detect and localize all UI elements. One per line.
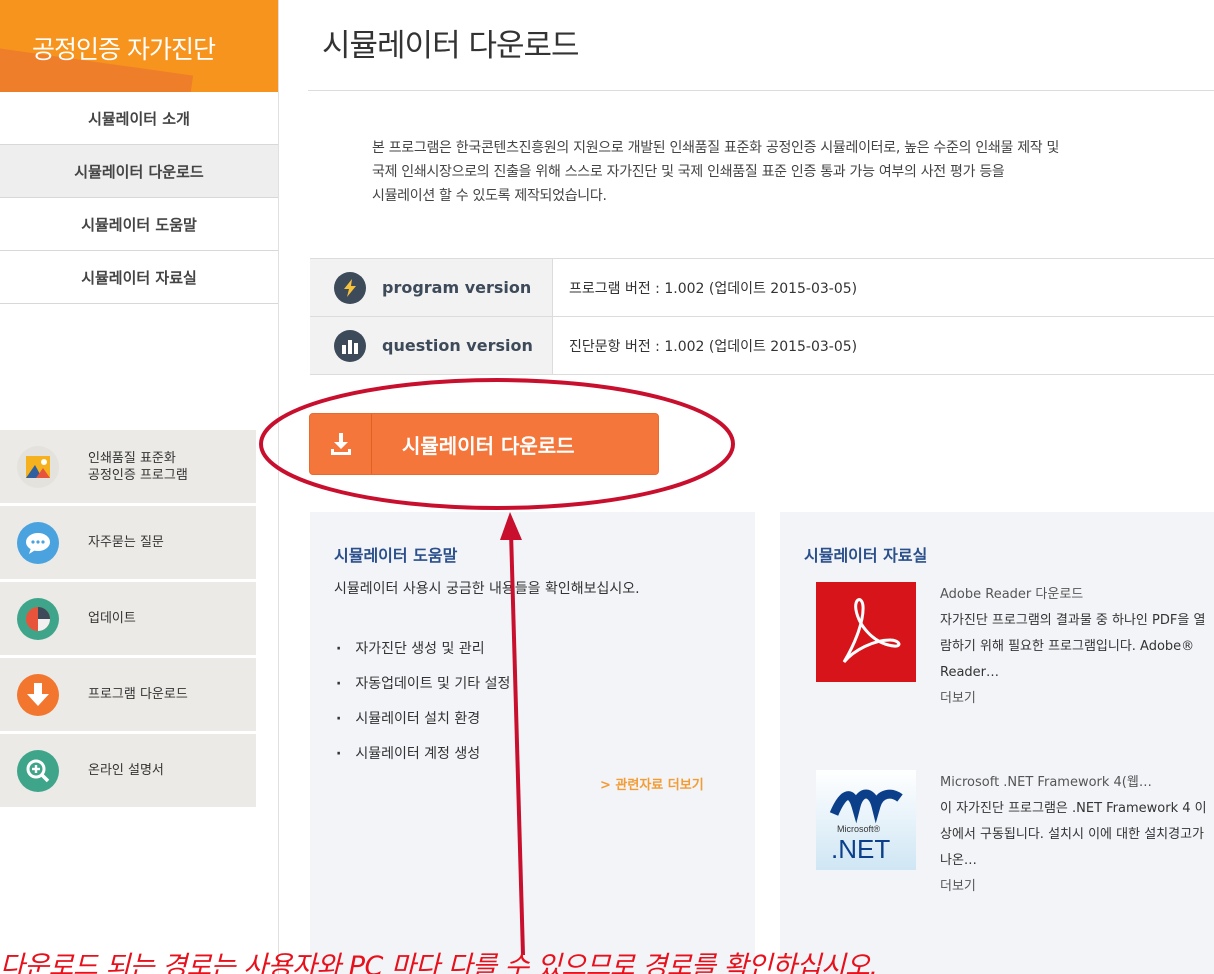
help-list-item[interactable]: 시뮬레이터 설치 환경	[336, 708, 510, 743]
quick-link-label: 업데이트	[88, 611, 136, 626]
annotation-caption: 다운로드 되는 경로는 사용자와 PC 마다 다를 수 있으므로 경로를 확인하…	[0, 951, 878, 974]
sidebar-divider	[278, 0, 279, 974]
version-label: program version	[382, 278, 532, 297]
resource-more-link[interactable]: 더보기	[940, 874, 1210, 900]
help-list-item[interactable]: 자동업데이트 및 기타 설정	[336, 673, 510, 708]
sidebar-item-help[interactable]: 시뮬레이터 도움말	[0, 198, 278, 251]
sidebar-item-intro[interactable]: 시뮬레이터 소개	[0, 92, 278, 145]
simulator-download-button[interactable]: 시뮬레이터 다운로드	[309, 413, 659, 475]
download-icon	[310, 414, 372, 474]
resource-text: Adobe Reader 다운로드 자가진단 프로그램의 결과물 중 하나인 P…	[940, 582, 1210, 712]
quick-link-update[interactable]: 업데이트	[0, 582, 256, 655]
lightning-icon	[334, 271, 366, 304]
version-table: program version 프로그램 버전 : 1.002 (업데이트 20…	[310, 258, 1214, 375]
sidebar-title: 공정인증 자가진단	[32, 35, 216, 64]
version-row-question: question version 진단문항 버전 : 1.002 (업데이트 2…	[310, 317, 1214, 375]
help-panel-title[interactable]: 시뮬레이터 도움말	[334, 542, 457, 566]
help-more-link[interactable]: > 관련자료 더보기	[600, 774, 704, 793]
sidebar-item-library[interactable]: 시뮬레이터 자료실	[0, 251, 278, 304]
resources-panel: 시뮬레이터 자료실 Adobe Reader 다운로드 자가진단 프로그램의 결…	[780, 512, 1214, 974]
speech-bubble-icon	[17, 521, 59, 564]
title-divider	[308, 90, 1214, 91]
help-list-item[interactable]: 시뮬레이터 계정 생성	[336, 743, 510, 778]
resource-title[interactable]: Microsoft .NET Framework 4(웹…	[940, 770, 1210, 796]
resource-title[interactable]: Adobe Reader 다운로드	[940, 582, 1210, 608]
version-value: 프로그램 버전 : 1.002 (업데이트 2015-03-05)	[569, 280, 858, 297]
quick-link-program-download[interactable]: 프로그램 다운로드	[0, 658, 256, 731]
resource-text: Microsoft .NET Framework 4(웹… 이 자가진단 프로그…	[940, 770, 1210, 900]
help-list: 자가진단 생성 및 관리 자동업데이트 및 기타 설정 시뮬레이터 설치 환경 …	[336, 638, 510, 778]
magnifier-plus-icon	[17, 749, 59, 792]
version-row-program: program version 프로그램 버전 : 1.002 (업데이트 20…	[310, 259, 1214, 317]
resource-desc: 이 자가진단 프로그램은 .NET Framework 4 이상에서 구동됩니다…	[940, 801, 1207, 868]
version-label: question version	[382, 336, 533, 355]
sidebar-header: 공정인증 자가진단	[0, 0, 278, 92]
intro-text: 본 프로그램은 한국콘텐츠진흥원의 지원으로 개발된 인쇄품질 표준화 공정인증…	[372, 140, 1060, 204]
help-panel: 시뮬레이터 도움말 시뮬레이터 사용시 궁금한 내용들을 확인해보십시오. 자가…	[310, 512, 755, 974]
dotnet-logo-text2: .NET	[831, 834, 890, 864]
sidebar: 공정인증 자가진단 시뮬레이터 소개 시뮬레이터 다운로드 시뮬레이터 도움말 …	[0, 0, 278, 974]
page-title: 시뮬레이터 다운로드	[322, 28, 580, 64]
sidebar-item-download[interactable]: 시뮬레이터 다운로드	[0, 145, 278, 198]
resource-more-link[interactable]: 더보기	[940, 686, 1210, 712]
arrow-down-icon	[17, 673, 59, 716]
quick-link-label: 프로그램 다운로드	[88, 687, 188, 702]
landscape-image-icon	[17, 445, 59, 488]
quick-link-faq[interactable]: 자주묻는 질문	[0, 506, 256, 579]
quick-link-label: 온라인 설명서	[88, 763, 164, 778]
resource-desc: 자가진단 프로그램의 결과물 중 하나인 PDF을 열람하기 위해 필요한 프로…	[940, 613, 1206, 680]
quick-link-label: 인쇄품질 표준화 공정인증 프로그램	[88, 450, 188, 483]
resources-panel-title[interactable]: 시뮬레이터 자료실	[804, 542, 927, 566]
version-value: 진단문항 버전 : 1.002 (업데이트 2015-03-05)	[569, 338, 858, 355]
sidebar-nav: 시뮬레이터 소개 시뮬레이터 다운로드 시뮬레이터 도움말 시뮬레이터 자료실	[0, 92, 278, 304]
quick-link-certification-program[interactable]: 인쇄품질 표준화 공정인증 프로그램	[0, 430, 256, 503]
quick-link-label: 자주묻는 질문	[88, 535, 164, 550]
quick-links: 인쇄품질 표준화 공정인증 프로그램 자주묻는 질문 업데이트 프로그램 다운로…	[0, 430, 256, 810]
bar-chart-icon	[334, 329, 366, 362]
adobe-reader-logo[interactable]	[816, 582, 916, 682]
pie-chart-icon	[17, 597, 59, 640]
dotnet-logo-text: Microsoft®	[837, 824, 881, 834]
dotnet-logo[interactable]: Microsoft® .NET	[816, 770, 916, 870]
help-list-item[interactable]: 자가진단 생성 및 관리	[336, 638, 510, 673]
version-label-cell: question version	[310, 317, 553, 374]
download-button-label: 시뮬레이터 다운로드	[402, 433, 575, 458]
help-panel-subtitle: 시뮬레이터 사용시 궁금한 내용들을 확인해보십시오.	[334, 581, 640, 597]
version-label-cell: program version	[310, 259, 553, 316]
quick-link-online-manual[interactable]: 온라인 설명서	[0, 734, 256, 807]
